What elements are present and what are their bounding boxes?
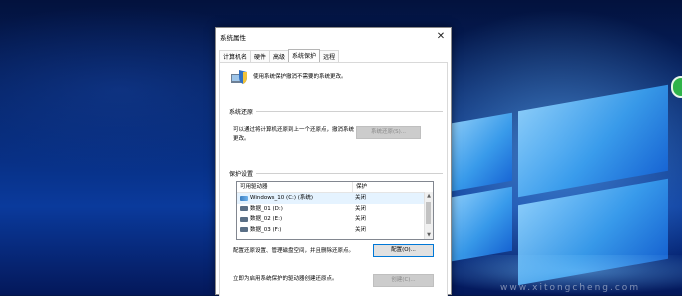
- system-properties-dialog: 系统属性 ✕ 计算机名 硬件 高级 系统保护 远程 使用系统保护撤消不需要的系统…: [215, 27, 452, 296]
- drive-list[interactable]: 可用驱动器 保护 Windows_10 (C:) (系统) 关闭 数据_01 (…: [236, 181, 434, 240]
- floating-badge-icon[interactable]: [671, 76, 682, 98]
- configure-button[interactable]: 配置(O)...: [373, 244, 434, 257]
- scroll-down-arrow-icon[interactable]: ▼: [425, 231, 433, 239]
- drive-icon: [240, 216, 248, 222]
- close-button[interactable]: ✕: [433, 29, 449, 44]
- drive-name: 数据_01 (D:): [250, 205, 283, 212]
- drive-name: 数据_02 (E:): [250, 216, 283, 222]
- tab-strip: 计算机名 硬件 高级 系统保护 远程: [219, 49, 340, 63]
- drive-protection-status: 关闭: [355, 226, 367, 233]
- create-description: 立即为启用系统保护的驱动器创建还原点。: [233, 276, 338, 282]
- tab-system-protection[interactable]: 系统保护: [288, 49, 321, 63]
- scroll-up-arrow-icon[interactable]: ▲: [425, 192, 433, 200]
- drive-icon: [240, 206, 248, 212]
- system-protection-icon: [231, 70, 247, 84]
- drive-row[interactable]: 数据_03 (F:) 关闭: [237, 225, 433, 236]
- drive-row[interactable]: 数据_01 (D:) 关闭: [237, 204, 433, 215]
- drive-row[interactable]: 数据_02 (E:) 关闭: [237, 214, 433, 225]
- intro-text: 使用系统保护撤消不需要的系统更改。: [253, 74, 347, 80]
- create-button[interactable]: 创建(C)...: [373, 274, 434, 287]
- configure-description: 配置还原设置、管理磁盘空间，并且删除还原点。: [233, 248, 355, 254]
- watermark: www.xitongcheng.com: [500, 283, 641, 293]
- drive-name: 数据_03 (F:): [250, 226, 282, 233]
- protection-settings-group-label: 保护设置: [229, 169, 257, 178]
- system-restore-button[interactable]: 系统还原(S)...: [356, 126, 421, 139]
- drive-name: Windows_10 (C:) (系统): [250, 195, 314, 201]
- drive-protection-status: 关闭: [355, 205, 367, 212]
- drive-icon: [240, 227, 248, 233]
- column-header-protection[interactable]: 保护: [353, 182, 426, 192]
- system-restore-description: 可以通过将计算机还原到上一个还原点，撤消系统更改。: [233, 127, 355, 142]
- drive-protection-status: 关闭: [355, 195, 367, 201]
- dialog-title: 系统属性: [220, 34, 246, 42]
- title-bar[interactable]: 系统属性 ✕: [216, 28, 451, 46]
- drive-protection-status: 关闭: [355, 216, 367, 222]
- drive-row[interactable]: Windows_10 (C:) (系统) 关闭: [237, 193, 433, 204]
- drive-list-header: 可用驱动器 保护: [237, 182, 433, 193]
- drive-list-scrollbar[interactable]: ▲ ▼: [424, 192, 433, 239]
- group-divider: [256, 173, 443, 174]
- system-restore-group-label: 系统还原: [229, 107, 257, 116]
- system-drive-icon: [240, 195, 248, 201]
- group-divider: [256, 111, 443, 112]
- column-header-drives[interactable]: 可用驱动器: [237, 182, 353, 192]
- scrollbar-thumb[interactable]: [426, 202, 431, 224]
- system-protection-panel: 使用系统保护撤消不需要的系统更改。 系统还原 可以通过将计算机还原到上一个还原点…: [219, 62, 448, 296]
